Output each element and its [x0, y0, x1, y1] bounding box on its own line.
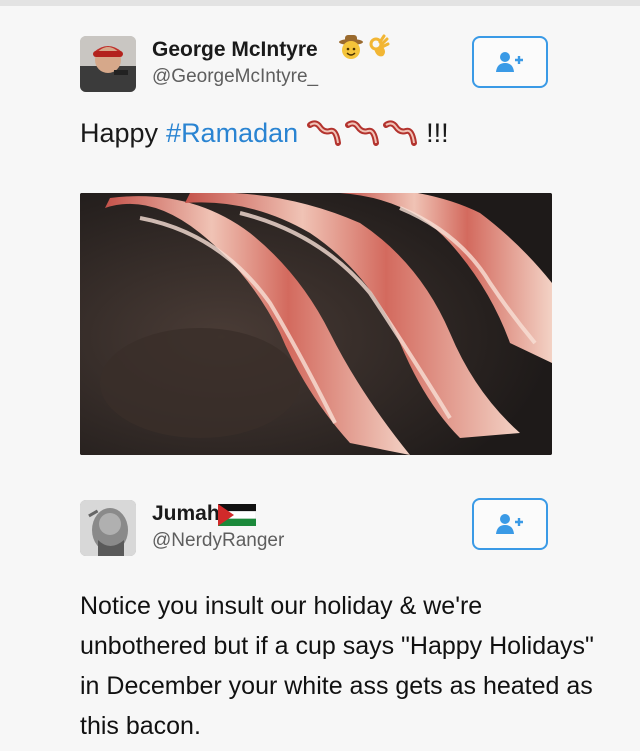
bacon-emoji-icon	[307, 119, 342, 146]
ramadan-hashtag-link[interactable]: #Ramadan	[166, 118, 298, 149]
palestine-flag-icon	[218, 504, 256, 526]
author-handle[interactable]: @NerdyRanger	[152, 530, 284, 552]
bacon-photo[interactable]	[80, 193, 552, 455]
author-handle[interactable]: @GeorgeMcIntyre_	[152, 66, 318, 88]
tweet-text: Notice you insult our holiday & we're un…	[80, 592, 594, 740]
follow-button[interactable]	[472, 36, 548, 88]
name-emojis	[338, 34, 390, 60]
tweet-text: Happy #Ramadan !!!	[80, 118, 449, 149]
add-user-icon	[496, 514, 523, 534]
bacon-emoji-icon	[383, 119, 418, 146]
add-user-icon	[496, 52, 523, 72]
author-name[interactable]: George McIntyre	[152, 38, 318, 62]
ok-hand-emoji-icon	[369, 34, 390, 57]
tweet-text-prefix: Happy	[80, 118, 159, 148]
top-divider	[0, 0, 640, 6]
author-name[interactable]: Jumah	[152, 502, 220, 526]
jumah-avatar[interactable]	[80, 500, 136, 556]
bacon-emoji-group	[306, 119, 418, 149]
bacon-frying-image	[80, 193, 552, 455]
profile-photo-icon	[80, 36, 136, 92]
profile-photo-icon	[80, 500, 136, 556]
bacon-emoji-icon	[345, 119, 380, 146]
george-avatar[interactable]	[80, 36, 136, 92]
follow-button[interactable]	[472, 498, 548, 550]
cowboy-emoji-icon	[339, 35, 363, 59]
tweet-text-suffix: !!!	[426, 118, 449, 148]
